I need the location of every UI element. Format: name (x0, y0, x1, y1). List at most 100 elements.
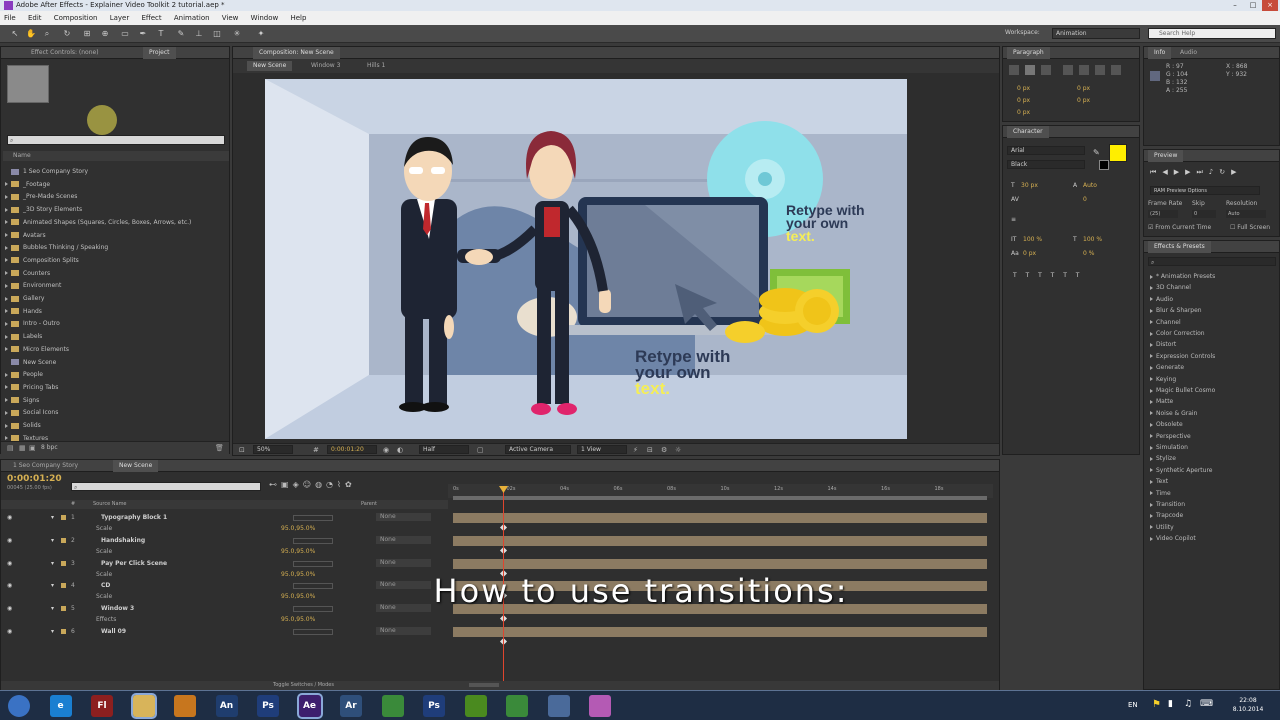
toggle-switches-modes[interactable]: Toggle Switches / Modes (273, 681, 334, 690)
view-tab-hills-1[interactable]: Hills 1 (361, 61, 391, 71)
effects-category-item[interactable]: Trapcode (1150, 510, 1183, 521)
project-folder-item[interactable]: Animated Shapes (Squares, Circles, Boxes… (5, 218, 191, 228)
ram-preview-icon[interactable]: ▶ (1231, 168, 1242, 176)
effects-category-item[interactable]: Blur & Sharpen (1150, 305, 1202, 316)
taskbar-windows-start-icon[interactable] (8, 695, 30, 717)
project-folder-item[interactable]: Signs (5, 396, 39, 406)
tab-audio[interactable]: Audio (1174, 47, 1203, 59)
expand-triangle-icon[interactable] (1150, 342, 1153, 347)
project-folder-item[interactable]: Intro - Outro (5, 319, 60, 329)
zoom-select[interactable]: 50% (253, 445, 293, 454)
project-folder-item[interactable]: _Footage (5, 180, 50, 190)
taskbar-chrome-icon[interactable] (381, 695, 404, 717)
expand-triangle-icon[interactable] (5, 334, 8, 339)
action-center-icon[interactable]: ⚑ (1152, 699, 1161, 710)
timeline-tab-seo-company-story[interactable]: 1 Seo Company Story (7, 460, 84, 472)
expand-triangle-icon[interactable] (5, 233, 8, 237)
expand-triangle-icon[interactable] (5, 283, 8, 288)
taskbar-internet-explorer-icon[interactable]: e (49, 695, 72, 717)
expand-triangle-icon[interactable] (5, 436, 8, 441)
taskbar-paint-icon[interactable] (589, 695, 611, 717)
visibility-eye-icon[interactable]: ◉ (7, 512, 12, 523)
skip-select[interactable]: 0 (1192, 210, 1216, 218)
expand-triangle-icon[interactable] (1150, 365, 1153, 370)
stroke-color-swatch[interactable] (1099, 160, 1109, 170)
zoom-slider[interactable] (469, 683, 499, 687)
effects-category-item[interactable]: Stylize (1150, 453, 1176, 464)
tab-info[interactable]: Info (1148, 47, 1172, 59)
menu-edit[interactable]: Edit (28, 14, 42, 22)
expand-triangle-icon[interactable] (5, 296, 8, 301)
preview-resolution-select[interactable]: Auto (1226, 210, 1266, 218)
visibility-eye-icon[interactable]: ◉ (7, 626, 12, 637)
effects-search-input[interactable]: ⌕ (1148, 257, 1276, 266)
effects-category-item[interactable]: Utility (1150, 522, 1174, 533)
expand-triangle-icon[interactable] (5, 410, 8, 415)
effects-category-item[interactable]: Time (1150, 488, 1171, 499)
label-color-swatch[interactable] (61, 537, 66, 543)
project-folder-item[interactable]: Environment (5, 281, 61, 291)
expand-triangle-icon[interactable] (5, 372, 8, 377)
effects-category-item[interactable]: Color Correction (1150, 328, 1205, 339)
expand-triangle-icon[interactable] (1150, 331, 1153, 336)
tab-effects-presets[interactable]: Effects & Presets (1148, 241, 1211, 253)
new-folder-icon[interactable]: ▦ (19, 444, 26, 452)
justify-last-right-icon[interactable] (1095, 65, 1105, 75)
layer-name[interactable]: Typography Block 1 (101, 512, 167, 523)
layer-name[interactable]: Wall 09 (101, 626, 126, 637)
first-line-indent-value[interactable]: 0 px (1017, 97, 1030, 104)
magnification-icon[interactable]: ⊡ (239, 446, 245, 454)
layer-property-row[interactable]: Effects 95.0,95.0% (1, 614, 448, 625)
project-folder-item[interactable]: Composition Splits (5, 256, 79, 266)
expand-triangle-icon[interactable] (1150, 513, 1153, 518)
expand-triangle-icon[interactable] (5, 347, 8, 352)
tab-character[interactable]: Character (1007, 126, 1049, 138)
minimize-icon[interactable]: – (1230, 0, 1240, 11)
tracking-value[interactable]: 0 (1083, 196, 1087, 203)
expand-triangle-icon[interactable] (1150, 399, 1153, 404)
taskbar-file-explorer-icon[interactable] (130, 693, 157, 719)
layer-switches[interactable] (293, 629, 333, 635)
text-style-buttons[interactable]: TTTTTT (1013, 272, 1133, 280)
network-icon[interactable]: ▮ (1168, 699, 1173, 709)
space-before-value[interactable]: 0 px (1077, 97, 1090, 104)
layer-parent-select[interactable]: None (376, 513, 431, 521)
timeline-icon[interactable]: ⊟ (647, 446, 653, 454)
taskbar-adobe-after-effects-icon[interactable]: Ae (296, 693, 323, 719)
font-family-select[interactable]: Arial (1007, 146, 1085, 155)
layer-switches[interactable] (293, 515, 333, 521)
camera-tool-icon[interactable]: ⊞ (82, 29, 92, 39)
channel-icon[interactable]: ◐ (397, 446, 403, 454)
layer-name[interactable]: Pay Per Click Scene (101, 558, 167, 569)
camera-select[interactable]: Active Camera (505, 445, 571, 454)
brush-tool-icon[interactable]: ✎ (176, 29, 186, 39)
expand-triangle-icon[interactable] (1150, 468, 1153, 473)
project-comp-item[interactable]: 1 Seo Company Story (5, 167, 88, 177)
project-folder-item[interactable]: _Pre-Made Scenes (5, 192, 77, 202)
mask-tool-icon[interactable]: ▭ (120, 29, 130, 39)
view-tab-new-scene[interactable]: New Scene (247, 61, 293, 71)
timeline-tab-new-scene[interactable]: New Scene (113, 460, 159, 472)
expand-triangle-icon[interactable] (1150, 320, 1153, 325)
indent-left-value[interactable]: 0 px (1017, 85, 1030, 92)
expand-triangle-icon[interactable] (5, 220, 8, 225)
effects-category-item[interactable]: Distort (1150, 339, 1176, 350)
layer-duration-bar[interactable] (453, 558, 987, 569)
views-select[interactable]: 1 View (577, 445, 627, 454)
audio-icon[interactable]: ♪ (1209, 168, 1219, 176)
expand-triangle-icon[interactable] (1150, 274, 1153, 279)
effects-category-item[interactable]: Synthetic Aperture (1150, 465, 1213, 476)
from-current-time-checkbox[interactable]: ☑ From Current Time (1148, 224, 1211, 231)
project-folder-item[interactable]: Pricing Tabs (5, 383, 58, 393)
menu-effect[interactable]: Effect (141, 14, 161, 22)
project-folder-item[interactable]: Hands (5, 307, 42, 317)
hand-tool-icon[interactable]: ✋ (26, 29, 36, 39)
expand-triangle-icon[interactable]: ▾ (51, 512, 54, 523)
workspace-select[interactable]: Animation (1052, 28, 1140, 39)
project-folder-item[interactable]: Avatars (5, 231, 46, 241)
expand-triangle-icon[interactable] (5, 194, 8, 199)
previous-frame-icon[interactable]: ◀ (1162, 168, 1173, 176)
taskbar-adobe-photoshop-icon[interactable]: Ps (257, 695, 279, 717)
layer-duration-bar[interactable] (453, 535, 987, 546)
expand-triangle-icon[interactable] (1150, 377, 1153, 382)
